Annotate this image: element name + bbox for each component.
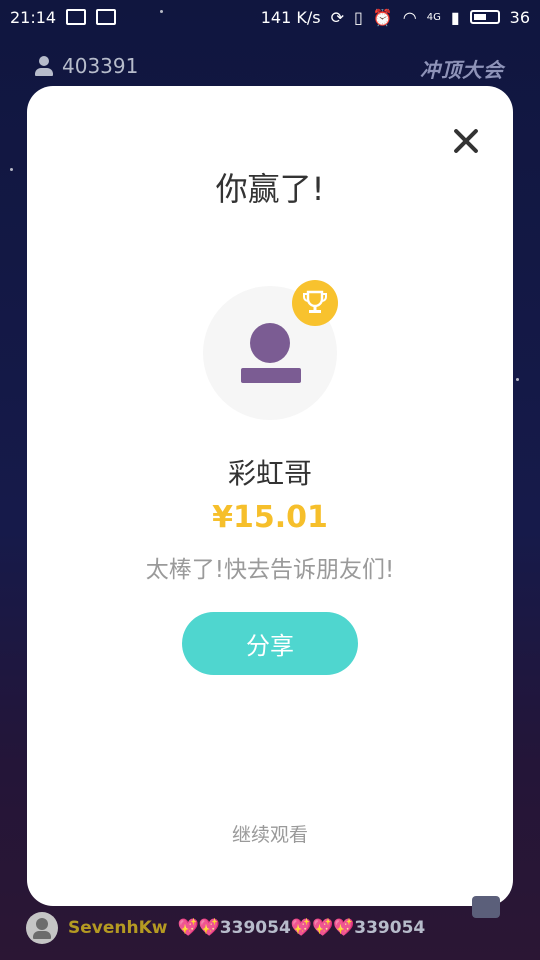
alarm-icon: ⏰ xyxy=(372,7,393,27)
sync-icon: ⟳ xyxy=(330,7,344,27)
avatar-head xyxy=(250,323,290,363)
chat-message: SevenhKw 💖💖339054💖💖💖339054 xyxy=(26,912,425,944)
avatar-body xyxy=(241,368,301,383)
continue-watching-link[interactable]: 继续观看 xyxy=(27,820,513,847)
background-star xyxy=(10,168,13,171)
status-left: 21:14 xyxy=(10,7,117,27)
trophy-icon xyxy=(292,280,338,326)
viewer-count-row: 403391 xyxy=(34,54,138,78)
status-right: 141 K/s ⟳ ▯ ⏰ ◠ 4G ▮ 36 xyxy=(261,8,530,27)
network-speed: 141 K/s xyxy=(260,7,321,27)
brand-logo: 冲顶大会 xyxy=(420,58,504,82)
win-modal: 你赢了! 彩虹哥 ¥15.01 太棒了!快去告诉朋友们! 分享 继续观看 xyxy=(27,86,513,906)
mail-icon xyxy=(66,9,87,25)
winner-avatar-wrap xyxy=(203,280,338,420)
winner-name: 彩虹哥 xyxy=(227,457,312,490)
chat-username: SevenhKw xyxy=(68,918,168,938)
status-bar: 21:14 141 K/s ⟳ ▯ ⏰ ◠ 4G ▮ 36 xyxy=(0,0,540,34)
person-icon xyxy=(34,56,54,76)
network-type: 4G xyxy=(426,11,441,23)
image-notification-icon xyxy=(96,9,117,25)
modal-title: 你赢了! xyxy=(215,170,325,208)
battery-icon xyxy=(469,10,500,24)
share-button[interactable]: 分享 xyxy=(182,612,358,675)
prize-amount: ¥15.01 xyxy=(212,500,328,535)
close-button[interactable] xyxy=(451,126,481,156)
chat-avatar xyxy=(26,912,58,944)
background-star xyxy=(516,378,519,381)
chat-bubble-icon[interactable] xyxy=(472,896,500,918)
congrats-message: 太棒了!快去告诉朋友们! xyxy=(145,557,395,583)
chat-text: 💖💖339054💖💖💖339054 xyxy=(177,918,426,938)
battery-level: 36 xyxy=(509,7,530,27)
signal-icon: ▮ xyxy=(450,7,460,27)
clock: 21:14 xyxy=(10,7,57,27)
wifi-icon: ◠ xyxy=(402,7,417,27)
vibrate-icon: ▯ xyxy=(354,7,363,27)
viewer-count: 403391 xyxy=(62,54,139,78)
